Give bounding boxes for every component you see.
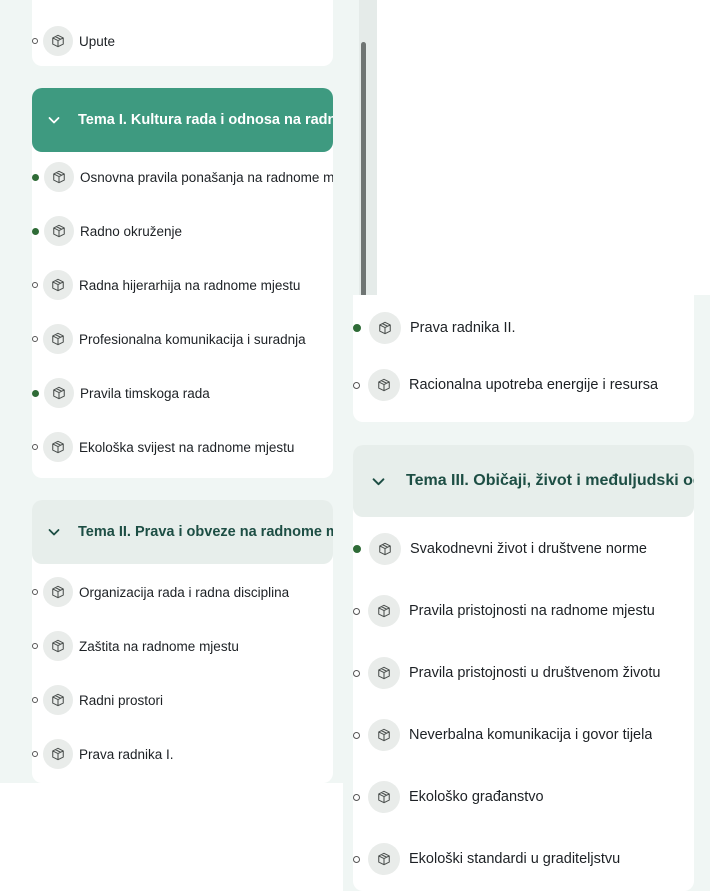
activity-label: Radno okruženje <box>80 223 183 239</box>
activity-item[interactable]: Organizacija rada i radna disciplina <box>32 576 333 608</box>
section-title[interactable]: Tema I. Kultura rada i odnosa na radnome… <box>78 112 333 128</box>
activity-label: Upute <box>79 33 116 49</box>
chevron-down-icon[interactable] <box>48 114 60 126</box>
completion-dot-done <box>32 173 39 181</box>
activity-label: Prava radnika II. <box>410 320 516 336</box>
completion-dot <box>32 697 38 703</box>
activity-item[interactable]: Pravila pristojnosti u društvenom životu <box>353 656 694 690</box>
activity-label: Ekološka svijest na radnome mjestu <box>79 439 295 455</box>
activity-label: Prava radnika I. <box>79 746 174 762</box>
completion-dot-done <box>353 545 361 553</box>
package-icon <box>44 216 74 246</box>
chevron-down-icon[interactable] <box>372 475 385 488</box>
activity-label: Osnovna pravila ponašanja na radnome mje… <box>80 169 333 185</box>
activity-item[interactable]: Svakodnevni život i društvene norme <box>353 532 694 566</box>
activity-label: Ekološko građanstvo <box>409 789 544 805</box>
activity-item[interactable]: Radno okruženje <box>32 215 333 247</box>
completion-dot-done <box>32 227 39 235</box>
activity-item[interactable]: Racionalna upotreba energije i resursa <box>353 368 694 402</box>
activity-item[interactable]: Prava radnika I. <box>32 738 333 770</box>
completion-dot <box>353 381 360 389</box>
activity-item[interactable]: Osnovna pravila ponašanja na radnome mje… <box>32 161 333 193</box>
package-icon <box>43 685 73 715</box>
package-icon <box>43 324 73 354</box>
completion-dot <box>32 336 38 342</box>
package-icon <box>44 162 74 192</box>
section-header-tema-1[interactable]: Tema I. Kultura rada i odnosa na radnome… <box>32 88 333 152</box>
activity-label: Svakodnevni život i društvene norme <box>410 541 647 557</box>
completion-dot <box>32 282 38 288</box>
activity-label: Profesionalna komunikacija i suradnja <box>79 331 306 347</box>
activity-item[interactable]: Radni prostori <box>32 684 333 716</box>
activity-item[interactable]: Prava radnika II. <box>353 311 694 345</box>
activity-item[interactable]: Ekološka svijest na radnome mjestu <box>32 431 333 463</box>
scrollbar-thumb[interactable] <box>361 42 366 297</box>
activity-label: Racionalna upotreba energije i resursa <box>409 377 659 393</box>
completion-dot <box>353 731 360 739</box>
course-index-right: Prava radnika II. Racionalna upotreba ene… <box>343 295 710 891</box>
completion-dot <box>32 589 38 595</box>
completion-dot <box>353 607 360 615</box>
completion-dot-done <box>353 324 361 332</box>
activity-label: Zaštita na radnome mjestu <box>79 638 239 654</box>
package-icon <box>369 312 401 344</box>
package-icon <box>43 631 73 661</box>
package-icon <box>369 533 401 565</box>
completion-dot <box>353 855 360 863</box>
package-icon <box>368 719 400 751</box>
activity-item[interactable]: Pravila pristojnosti na radnome mjestu <box>353 594 694 628</box>
package-icon <box>368 781 400 813</box>
section-title[interactable]: Tema II. Prava i obveze na radnome mjest… <box>78 524 333 540</box>
section-header-tema-2[interactable]: Tema II. Prava i obveze na radnome mjest… <box>32 500 333 564</box>
activity-label: Pravila pristojnosti na radnome mjestu <box>409 603 655 619</box>
completion-dot <box>32 444 38 450</box>
chevron-down-icon[interactable] <box>48 526 60 538</box>
package-icon <box>44 378 74 408</box>
package-icon <box>368 595 400 627</box>
activity-item[interactable]: Radna hijerarhija na radnome mjestu <box>32 269 333 301</box>
completion-dot <box>32 643 38 649</box>
package-icon <box>368 369 400 401</box>
activity-label: Radna hijerarhija na radnome mjestu <box>79 277 301 293</box>
completion-dot-done <box>32 389 39 397</box>
activity-item[interactable]: Ekološki standardi u graditeljstvu <box>353 842 694 876</box>
activity-item-upute[interactable]: Upute <box>32 25 333 57</box>
activity-item[interactable]: Zaštita na radnome mjestu <box>32 630 333 662</box>
section-title[interactable]: Tema III. Običaji, život i međuljudski o… <box>406 472 694 490</box>
completion-dot <box>353 793 360 801</box>
completion-dot <box>32 38 38 44</box>
activity-label: Pravila timskoga rada <box>80 385 210 401</box>
package-icon <box>43 26 73 56</box>
section-header-tema-3[interactable]: Tema III. Običaji, život i međuljudski o… <box>353 445 694 517</box>
package-icon <box>368 843 400 875</box>
activity-item[interactable]: Neverbalna komunikacija i govor tijela <box>353 718 694 752</box>
activity-item[interactable]: Pravila timskoga rada <box>32 377 333 409</box>
activity-label: Neverbalna komunikacija i govor tijela <box>409 727 653 743</box>
activity-label: Ekološki standardi u graditeljstvu <box>409 851 621 867</box>
activity-label: Organizacija rada i radna disciplina <box>79 584 290 600</box>
package-icon <box>43 270 73 300</box>
activity-label: Radni prostori <box>79 692 164 708</box>
package-icon <box>43 739 73 769</box>
activity-item[interactable]: Profesionalna komunikacija i suradnja <box>32 323 333 355</box>
activity-item[interactable]: Ekološko građanstvo <box>353 780 694 814</box>
course-index-left: Upute Tema I. Kultura rada i odnosa na r… <box>0 0 377 783</box>
completion-dot <box>353 669 360 677</box>
package-icon <box>368 657 400 689</box>
activity-label: Pravila pristojnosti u društvenom životu <box>409 665 661 681</box>
package-icon <box>43 432 73 462</box>
completion-dot <box>32 751 38 757</box>
package-icon <box>43 577 73 607</box>
